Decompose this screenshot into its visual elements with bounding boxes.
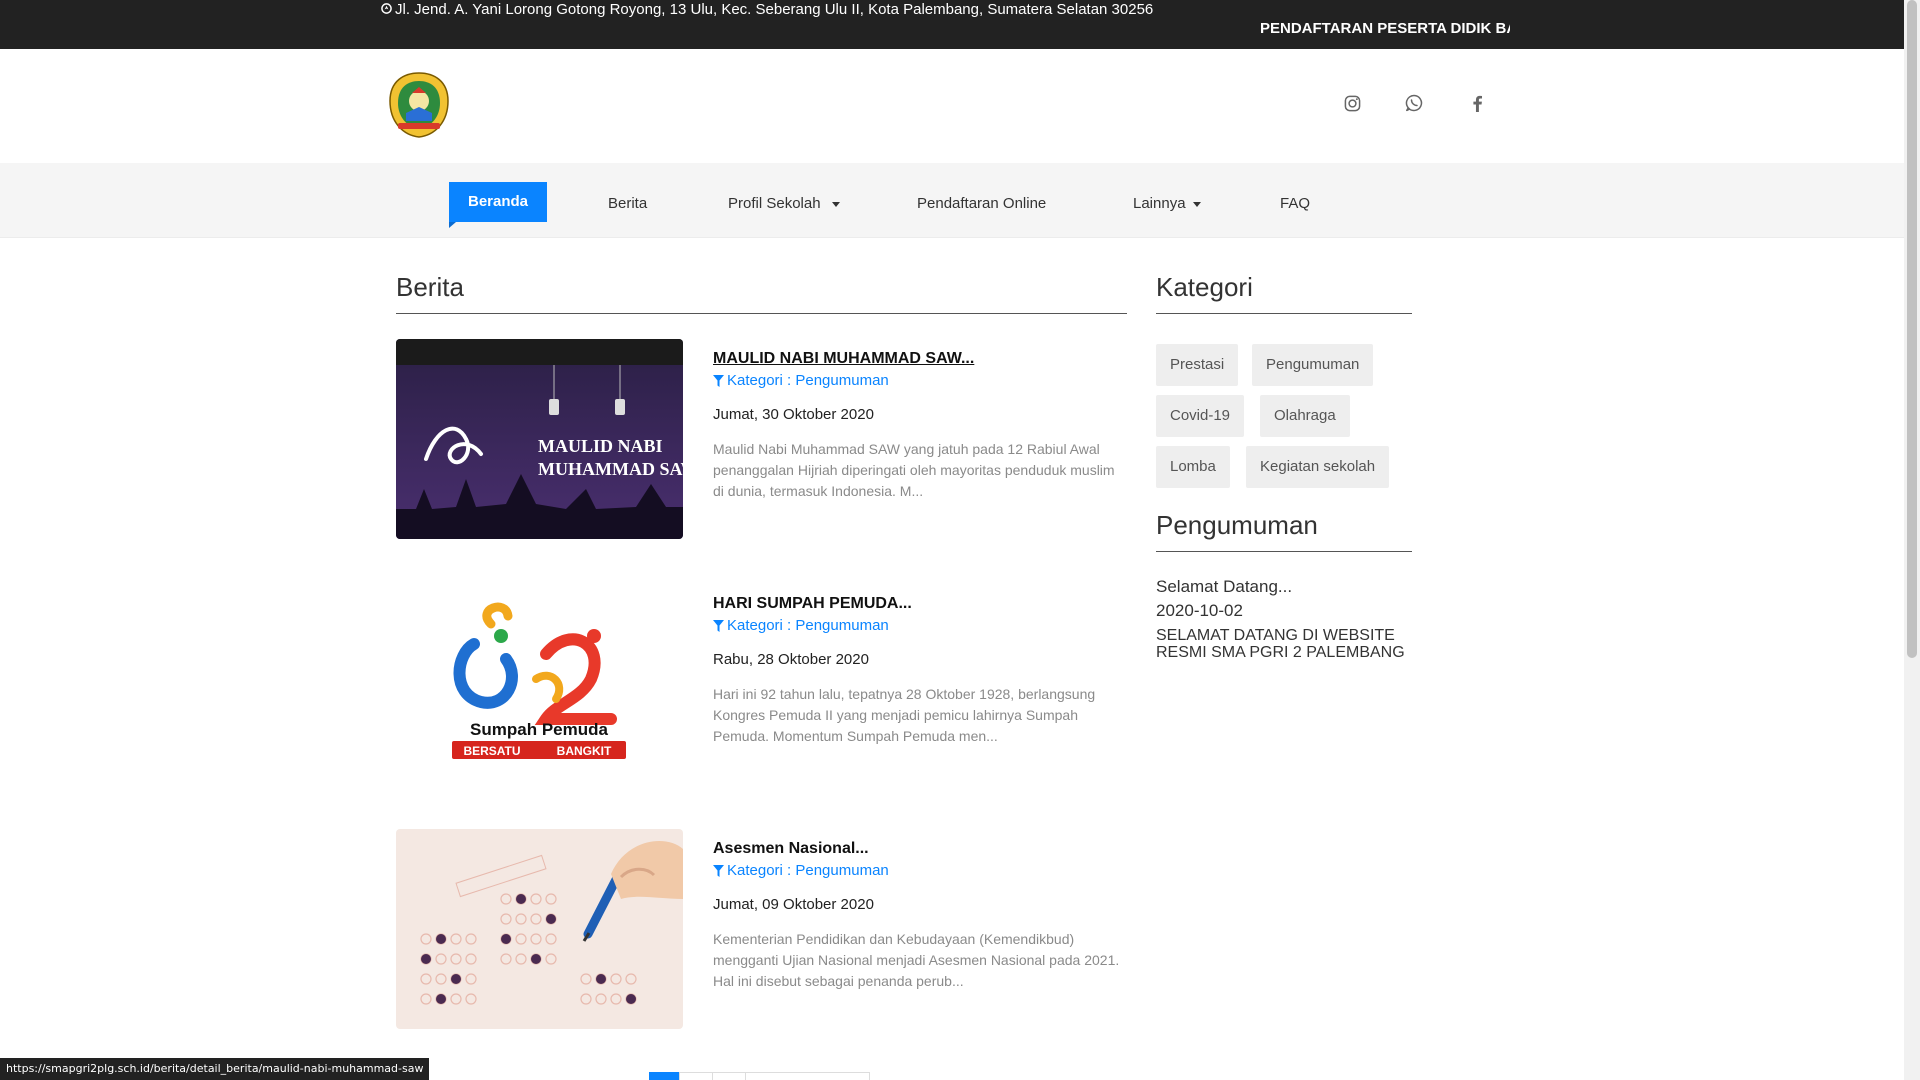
article-category-label: Kategori : Pengumuman xyxy=(727,617,889,634)
scrollbar-thumb[interactable] xyxy=(1907,0,1917,658)
article-card: MAULID NABI MUHAMMAD SAW MAULID NABI MUH… xyxy=(396,339,1126,539)
pagination xyxy=(649,1072,870,1080)
thumbnail-caption: MUHAMMAD SAW xyxy=(538,459,683,479)
nav-item-berita[interactable]: Berita xyxy=(608,194,647,214)
main-navigation: Beranda Berita Profil Sekolah Pendaftara… xyxy=(0,163,1904,238)
article-title-link[interactable]: Asesmen Nasional... xyxy=(713,839,869,859)
announcement-marquee: PENDAFTARAN PESERTA DIDIK BA xyxy=(1260,20,1510,37)
pagination-page-2[interactable] xyxy=(679,1072,713,1080)
article-thumbnail[interactable] xyxy=(396,829,683,1029)
nav-item-label: Pendaftaran Online xyxy=(917,195,1047,212)
article-excerpt: Maulid Nabi Muhammad SAW yang jatuh pada… xyxy=(713,441,1115,499)
whatsapp-icon[interactable] xyxy=(1403,92,1425,114)
pagination-page-3[interactable] xyxy=(712,1072,746,1080)
article-thumbnail[interactable]: MAULID NABI MUHAMMAD SAW xyxy=(396,339,683,539)
article-date: Jumat, 09 Oktober 2020 xyxy=(713,896,874,913)
nav-item-label: Beranda xyxy=(468,193,529,210)
article-thumbnail[interactable]: Sumpah Pemuda BERSATU BANGKIT xyxy=(396,584,683,784)
article-category-label: Kategori : Pengumuman xyxy=(727,372,889,389)
filter-icon xyxy=(713,619,724,637)
top-info-bar: Jl. Jend. A. Yani Lorong Gotong Royong, … xyxy=(0,0,1904,49)
instagram-icon[interactable] xyxy=(1341,92,1363,114)
berita-heading-divider xyxy=(396,313,1127,314)
thumbnail-caption: Sumpah Pemuda xyxy=(470,720,608,739)
article-category[interactable]: Kategori : Pengumuman xyxy=(713,617,889,637)
site-header xyxy=(0,49,1904,163)
pagination-page-1[interactable] xyxy=(649,1072,680,1080)
article-category[interactable]: Kategori : Pengumuman xyxy=(713,372,889,392)
kategori-heading-divider xyxy=(1156,313,1412,314)
tag-lomba[interactable]: Lomba xyxy=(1156,446,1230,488)
nav-item-pendaftaran-online[interactable]: Pendaftaran Online xyxy=(917,194,1046,214)
article-category[interactable]: Kategori : Pengumuman xyxy=(713,862,889,882)
nav-item-lainnya[interactable]: Lainnya xyxy=(1133,194,1201,214)
nav-item-label: Profil Sekolah xyxy=(728,195,821,212)
vertical-scrollbar[interactable] xyxy=(1904,0,1920,1080)
nav-item-faq[interactable]: FAQ xyxy=(1280,194,1310,214)
status-bar-url: https://smapgri2plg.sch.id/berita/detail… xyxy=(0,1058,430,1080)
article-title-link[interactable]: MAULID NABI MUHAMMAD SAW... xyxy=(713,349,974,369)
nav-item-beranda[interactable]: Beranda xyxy=(449,182,548,228)
tag-pengumuman[interactable]: Pengumuman xyxy=(1252,344,1374,386)
article-card: Asesmen Nasional... Kategori : Pengumuma… xyxy=(396,829,1126,1029)
announcement-body: SELAMAT DATANG DI WEBSITE RESMI SMA PGRI… xyxy=(1156,627,1405,661)
tag-kegiatan-sekolah[interactable]: Kegiatan sekolah xyxy=(1246,446,1390,488)
pagination-next[interactable] xyxy=(745,1072,870,1080)
nav-item-label: Berita xyxy=(608,195,648,212)
nav-item-label: Lainnya xyxy=(1133,195,1186,212)
facebook-icon[interactable] xyxy=(1466,92,1488,114)
article-title-link[interactable]: HARI SUMPAH PEMUDA... xyxy=(713,594,912,614)
pengumuman-heading: Pengumuman xyxy=(1156,510,1318,540)
nav-item-label: FAQ xyxy=(1280,195,1311,212)
article-excerpt: Kementerian Pendidikan dan Kebudayaan (K… xyxy=(713,931,1120,989)
caret-down-icon xyxy=(831,201,840,207)
thumbnail-caption: BANGKIT xyxy=(557,744,612,758)
address-text: Jl. Jend. A. Yani Lorong Gotong Royong, … xyxy=(395,1,1154,18)
article-excerpt: Hari ini 92 tahun lalu, tepatnya 28 Okto… xyxy=(713,686,1096,744)
nav-item-profil-sekolah[interactable]: Profil Sekolah xyxy=(728,194,840,214)
school-logo[interactable] xyxy=(386,71,452,139)
tag-prestasi[interactable]: Prestasi xyxy=(1156,344,1239,386)
thumbnail-caption: BERSATU xyxy=(463,744,520,758)
location-pin-icon xyxy=(381,1,392,19)
tag-olahraga[interactable]: Olahraga xyxy=(1260,395,1350,437)
pengumuman-heading-divider xyxy=(1156,551,1412,552)
kategori-heading: Kategori xyxy=(1156,272,1253,302)
tag-covid-19[interactable]: Covid-19 xyxy=(1156,395,1245,437)
article-category-label: Kategori : Pengumuman xyxy=(727,862,889,879)
article-date: Rabu, 28 Oktober 2020 xyxy=(713,651,869,668)
announcement-title[interactable]: Selamat Datang... xyxy=(1156,577,1292,597)
caret-down-icon xyxy=(1192,201,1201,207)
article-date: Jumat, 30 Oktober 2020 xyxy=(713,406,874,423)
berita-heading: Berita xyxy=(396,272,464,302)
filter-icon xyxy=(713,374,724,392)
article-card: Sumpah Pemuda BERSATU BANGKIT HARI SUMPA… xyxy=(396,584,1126,784)
school-address: Jl. Jend. A. Yani Lorong Gotong Royong, … xyxy=(381,1,1153,19)
filter-icon xyxy=(713,864,724,882)
thumbnail-caption: MAULID NABI xyxy=(538,436,663,456)
announcement-date: 2020-10-02 xyxy=(1156,601,1243,620)
